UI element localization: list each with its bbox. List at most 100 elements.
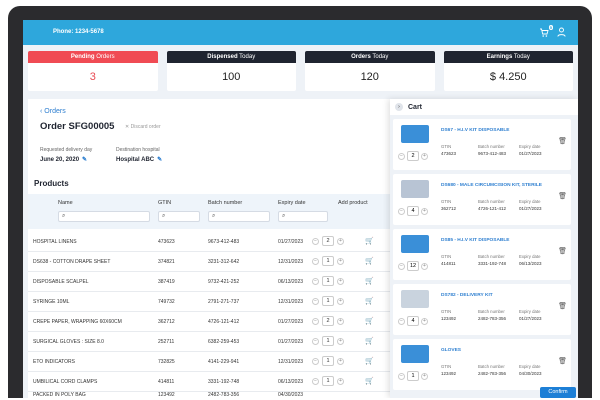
- cart-item[interactable]: DS680 - MALE CIRCUMCISION KIT, STERILE GT…: [393, 174, 571, 225]
- decrement-button[interactable]: −: [398, 152, 405, 160]
- decrement-button[interactable]: −: [398, 207, 405, 215]
- table-row[interactable]: DS638 - Cotton drape sheet 374821 3231-3…: [28, 252, 390, 272]
- expiry-label: Expiry date: [519, 199, 541, 204]
- add-to-cart-icon[interactable]: 🛒: [365, 297, 374, 305]
- quantity-value[interactable]: 1: [322, 376, 334, 386]
- cart-icon[interactable]: 5: [539, 25, 553, 38]
- increment-button[interactable]: +: [421, 262, 428, 270]
- user-icon[interactable]: [557, 27, 566, 39]
- quantity-value[interactable]: 1: [322, 276, 334, 286]
- cart-item[interactable]: DS782 - DELIVERY KIT GTIN Batch number Expi…: [393, 284, 571, 335]
- decrement-button[interactable]: −: [312, 377, 319, 385]
- table-row[interactable]: Hospital linens 473623 9673-412-483 01/2…: [28, 232, 390, 252]
- table-row[interactable]: Surgical gloves : size 8.0 252711 6382-2…: [28, 332, 390, 352]
- trash-icon[interactable]: 🗑: [558, 192, 567, 200]
- quantity-value[interactable]: 4: [407, 316, 419, 326]
- discard-order-button[interactable]: ✕ Discard order: [125, 124, 161, 130]
- quantity-value[interactable]: 4: [407, 206, 419, 216]
- quantity-value[interactable]: 1: [322, 356, 334, 366]
- increment-button[interactable]: +: [421, 317, 428, 325]
- quantity-value[interactable]: 1: [322, 256, 334, 266]
- quantity-value[interactable]: 1: [322, 336, 334, 346]
- increment-button[interactable]: +: [421, 207, 428, 215]
- increment-button[interactable]: +: [421, 372, 428, 380]
- edit-pencil-icon[interactable]: ✎: [82, 157, 87, 163]
- decrement-button[interactable]: −: [312, 357, 319, 365]
- add-to-cart-icon[interactable]: 🛒: [365, 337, 374, 345]
- increment-button[interactable]: +: [337, 297, 344, 305]
- name-search-input[interactable]: ⌕: [58, 211, 150, 222]
- decrement-button[interactable]: −: [312, 277, 319, 285]
- stat-orders-today[interactable]: Orders Today 120: [305, 51, 435, 91]
- quantity-stepper: −4 +: [398, 316, 428, 326]
- trash-icon[interactable]: 🗑: [558, 357, 567, 365]
- product-gtin: 252711: [158, 339, 175, 345]
- table-row[interactable]: ETO indicators 732825 4141-229-941 12/31…: [28, 352, 390, 372]
- expiry-search-input[interactable]: ⌕: [278, 211, 328, 222]
- edit-pencil-icon[interactable]: ✎: [157, 157, 162, 163]
- stat-pending-orders[interactable]: Pending Orders 3: [28, 51, 158, 91]
- table-row[interactable]: Disposable scalpel 387419 9732-421-252 0…: [28, 272, 390, 292]
- decrement-button[interactable]: −: [312, 257, 319, 265]
- increment-button[interactable]: +: [337, 377, 344, 385]
- quantity-value[interactable]: 2: [322, 236, 334, 246]
- cart-item-gtin: 414811: [441, 261, 456, 266]
- phone-value: 1234-5678: [75, 29, 104, 35]
- quantity-value[interactable]: 12: [407, 261, 419, 271]
- add-to-cart-icon[interactable]: 🛒: [365, 357, 374, 365]
- decrement-button[interactable]: −: [312, 237, 319, 245]
- cart-item-expiry: 01/27/2023: [519, 151, 542, 156]
- batch-label: Batch number: [478, 199, 505, 204]
- trash-icon[interactable]: 🗑: [558, 137, 567, 145]
- decrement-button[interactable]: −: [398, 317, 405, 325]
- trash-icon[interactable]: 🗑: [558, 247, 567, 255]
- stat-earnings-today[interactable]: Earnings Today $ 4.250: [443, 51, 573, 91]
- decrement-button[interactable]: −: [312, 337, 319, 345]
- quantity-value[interactable]: 1: [322, 296, 334, 306]
- add-to-cart-icon[interactable]: 🛒: [365, 237, 374, 245]
- cart-item-name[interactable]: GLOVES: [441, 348, 461, 353]
- cart-item-name[interactable]: DS782 - DELIVERY KIT: [441, 293, 493, 298]
- quantity-value[interactable]: 1: [407, 371, 419, 381]
- product-batch: 2791-271-737: [208, 299, 240, 305]
- cart-item[interactable]: DS85 - H.I.V KIT DISPOSABLE GTIN Batch num…: [393, 229, 571, 280]
- quantity-value[interactable]: 2: [407, 151, 419, 161]
- back-to-orders-link[interactable]: ‹ Orders: [40, 108, 66, 115]
- add-to-cart-icon[interactable]: 🛒: [365, 277, 374, 285]
- batch-label: Batch number: [478, 254, 505, 259]
- increment-button[interactable]: +: [337, 257, 344, 265]
- table-row[interactable]: Crepe paper, wrapping 60x60cm 362712 472…: [28, 312, 390, 332]
- add-to-cart-icon[interactable]: 🛒: [365, 257, 374, 265]
- product-name: Crepe paper, wrapping 60x60cm: [33, 319, 122, 325]
- hospital-label: Destination hospital: [116, 147, 160, 153]
- decrement-button[interactable]: −: [398, 372, 405, 380]
- stat-dispensed-today[interactable]: Dispensed Today 100: [166, 51, 296, 91]
- table-row[interactable]: Umbilical cord clamps 414811 3331-192-74…: [28, 372, 390, 392]
- increment-button[interactable]: +: [337, 317, 344, 325]
- quantity-value[interactable]: 2: [322, 316, 334, 326]
- collapse-cart-button[interactable]: ›: [395, 103, 403, 111]
- decrement-button[interactable]: −: [398, 262, 405, 270]
- cart-item-name[interactable]: DS680 - MALE CIRCUMCISION KIT, STERILE: [441, 183, 542, 188]
- add-to-cart-icon[interactable]: 🛒: [365, 377, 374, 385]
- cart-item-name[interactable]: DS85 - H.I.V KIT DISPOSABLE: [441, 238, 510, 243]
- batch-search-input[interactable]: ⌕: [208, 211, 270, 222]
- cart-item[interactable]: DS67 - H.I.V KIT DISPOSABLE GTIN Batch num…: [393, 119, 571, 170]
- increment-button[interactable]: +: [337, 277, 344, 285]
- add-to-cart-icon[interactable]: 🛒: [365, 317, 374, 325]
- confirm-button[interactable]: Confirm: [540, 387, 576, 398]
- trash-icon[interactable]: 🗑: [558, 302, 567, 310]
- decrement-button[interactable]: −: [312, 297, 319, 305]
- increment-button[interactable]: +: [337, 237, 344, 245]
- cart-item-gtin: 123492: [441, 371, 457, 376]
- increment-button[interactable]: +: [421, 152, 428, 160]
- quantity-stepper: −1 +: [398, 371, 428, 381]
- gtin-search-input[interactable]: ⌕: [158, 211, 200, 222]
- increment-button[interactable]: +: [337, 357, 344, 365]
- table-row[interactable]: Syringe 10ml 749732 2791-271-737 12/31/2…: [28, 292, 390, 312]
- table-row[interactable]: Packed in poly bag 123492 2482-783-356 04/3…: [28, 392, 390, 398]
- cart-item[interactable]: GLOVES GTIN Batch number Expiry date 123492 2…: [393, 339, 571, 390]
- decrement-button[interactable]: −: [312, 317, 319, 325]
- increment-button[interactable]: +: [337, 337, 344, 345]
- cart-item-name[interactable]: DS67 - H.I.V KIT DISPOSABLE: [441, 128, 510, 133]
